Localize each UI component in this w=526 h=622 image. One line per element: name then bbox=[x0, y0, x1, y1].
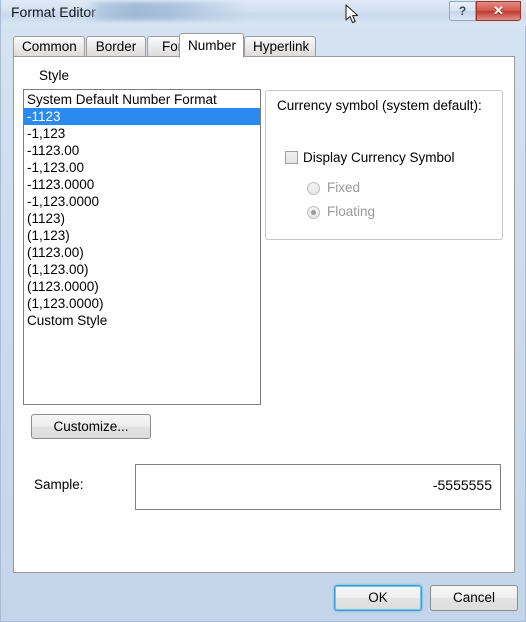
tab-number[interactable]: Number bbox=[179, 33, 244, 58]
window-title: Format Editor bbox=[11, 4, 96, 20]
list-item[interactable]: -1,123.0000 bbox=[24, 193, 260, 210]
title-bar: Format Editor ? ✕ bbox=[1, 0, 526, 26]
customize-button[interactable]: Customize... bbox=[31, 414, 151, 439]
list-item[interactable]: -1,123.00 bbox=[24, 159, 260, 176]
floating-radio-label: Floating bbox=[327, 204, 376, 219]
tab-border[interactable]: Border bbox=[86, 36, 146, 57]
tab-strip: Common Border Font Number Hyperlink bbox=[13, 33, 515, 58]
list-item[interactable]: (1,123) bbox=[24, 227, 260, 244]
sample-preview-box: -5555555 bbox=[135, 464, 501, 510]
fixed-radio-label: Fixed bbox=[327, 180, 361, 195]
list-item[interactable]: System Default Number Format bbox=[24, 91, 260, 108]
help-button[interactable]: ? bbox=[449, 1, 476, 21]
tab-hyperlink[interactable]: Hyperlink bbox=[244, 36, 316, 57]
radio-selected-dot bbox=[311, 210, 316, 215]
display-currency-symbol-label[interactable]: Display Currency Symbol bbox=[303, 150, 455, 165]
currency-group-title: Currency symbol (system default): bbox=[275, 98, 484, 113]
style-listbox[interactable]: System Default Number Format -1123 -1,12… bbox=[23, 89, 261, 405]
tab-common[interactable]: Common bbox=[13, 36, 85, 57]
list-item[interactable]: (1,123.0000) bbox=[24, 295, 260, 312]
list-item[interactable]: -1123 bbox=[24, 108, 260, 125]
list-item[interactable]: (1123.00) bbox=[24, 244, 260, 261]
list-item[interactable]: -1,123 bbox=[24, 125, 260, 142]
close-icon: ✕ bbox=[493, 3, 504, 18]
close-button[interactable]: ✕ bbox=[476, 1, 521, 21]
list-item[interactable]: (1,123.00) bbox=[24, 261, 260, 278]
fixed-radio[interactable] bbox=[307, 182, 320, 195]
list-item[interactable]: (1123) bbox=[24, 210, 260, 227]
display-currency-symbol-checkbox[interactable] bbox=[285, 151, 298, 164]
question-mark-icon: ? bbox=[458, 4, 467, 18]
list-item[interactable]: (1123.0000) bbox=[24, 278, 260, 295]
list-item[interactable]: Custom Style bbox=[24, 312, 260, 329]
floating-radio[interactable] bbox=[307, 206, 320, 219]
cancel-button[interactable]: Cancel bbox=[430, 585, 518, 611]
ok-button[interactable]: OK bbox=[334, 585, 422, 611]
list-item[interactable]: -1123.00 bbox=[24, 142, 260, 159]
sample-label: Sample: bbox=[34, 477, 84, 492]
format-editor-dialog: Format Editor ? ✕ Common Border Font Num… bbox=[0, 0, 526, 622]
sample-value: -5555555 bbox=[432, 477, 492, 493]
style-label: Style bbox=[39, 68, 70, 83]
redacted-title-suffix bbox=[87, 2, 247, 20]
list-item[interactable]: -1123.0000 bbox=[24, 176, 260, 193]
